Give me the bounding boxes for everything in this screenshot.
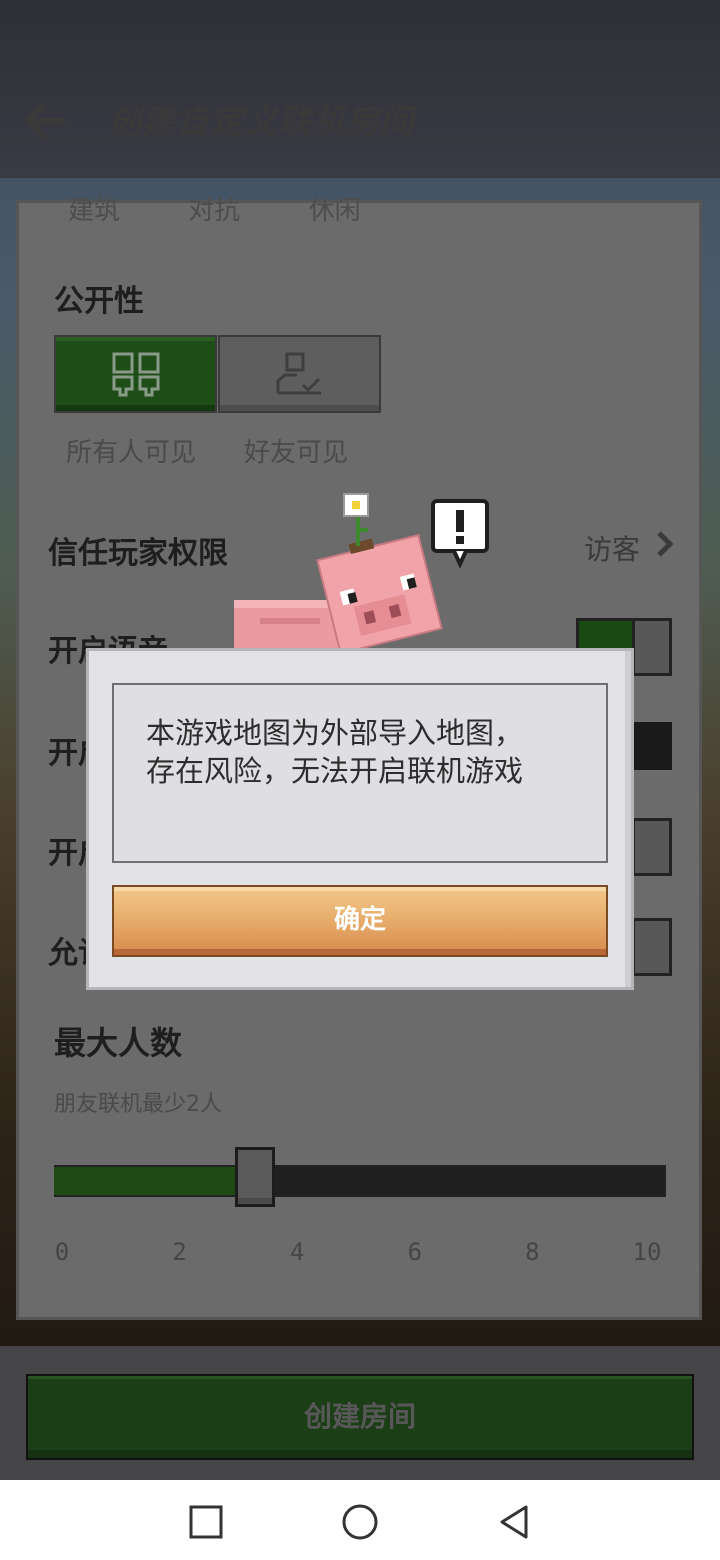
trust-permission-label: 信任玩家权限 xyxy=(48,536,228,571)
chevron-right-icon[interactable] xyxy=(656,530,674,558)
category-row: 建筑 对抗 休闲 xyxy=(68,190,421,227)
max-players-slider-fill xyxy=(54,1167,256,1195)
category-building[interactable]: 建筑 xyxy=(68,190,120,227)
triangle-back-icon[interactable] xyxy=(494,1502,534,1542)
slider-tick-label: 8 xyxy=(525,1238,540,1266)
dialog-message: 本游戏地图为外部导入地图， 存在风险，无法开启联机游戏 xyxy=(146,716,524,788)
category-versus[interactable]: 对抗 xyxy=(188,190,240,227)
friends-icon xyxy=(276,352,321,395)
visibility-friends-label: 好友可见 xyxy=(244,438,349,468)
page-title: 创建自定义联机房间 xyxy=(108,102,414,141)
slider-tick-label: 0 xyxy=(54,1238,70,1266)
toggle-knob xyxy=(632,918,672,976)
max-players-subtitle: 朋友联机最少2人 xyxy=(54,1092,222,1117)
circle-icon[interactable] xyxy=(340,1502,380,1542)
slider-tick-label: 10 xyxy=(632,1238,662,1266)
visibility-friends-button[interactable] xyxy=(218,335,381,413)
visibility-toggle xyxy=(54,335,382,415)
square-icon[interactable] xyxy=(186,1502,226,1542)
visibility-label: 公开性 xyxy=(54,284,144,319)
max-players-slider-knob[interactable] xyxy=(235,1147,276,1207)
slider-tick-label: 2 xyxy=(172,1238,187,1266)
everyone-icon xyxy=(112,352,159,397)
dialog-confirm-button[interactable]: 确定 xyxy=(112,885,608,957)
slider-tick-label: 4 xyxy=(289,1238,305,1266)
exclamation-icon xyxy=(431,499,489,569)
category-casual[interactable]: 休闲 xyxy=(309,190,361,227)
header-bar: 创建自定义联机房间 xyxy=(0,0,720,178)
slider-tick-label: 6 xyxy=(407,1238,423,1266)
system-nav-bar xyxy=(0,1480,720,1560)
max-players-label: 最大人数 xyxy=(54,1024,183,1062)
toggle-knob xyxy=(632,818,672,876)
back-arrow-icon[interactable] xyxy=(20,98,66,144)
visibility-everyone-label: 所有人可见 xyxy=(66,438,197,468)
toggle-knob xyxy=(632,618,672,676)
trust-permission-value[interactable]: 访客 xyxy=(584,528,640,568)
create-room-button[interactable]: 创建房间 xyxy=(26,1374,694,1460)
visibility-everyone-button[interactable] xyxy=(54,335,217,413)
